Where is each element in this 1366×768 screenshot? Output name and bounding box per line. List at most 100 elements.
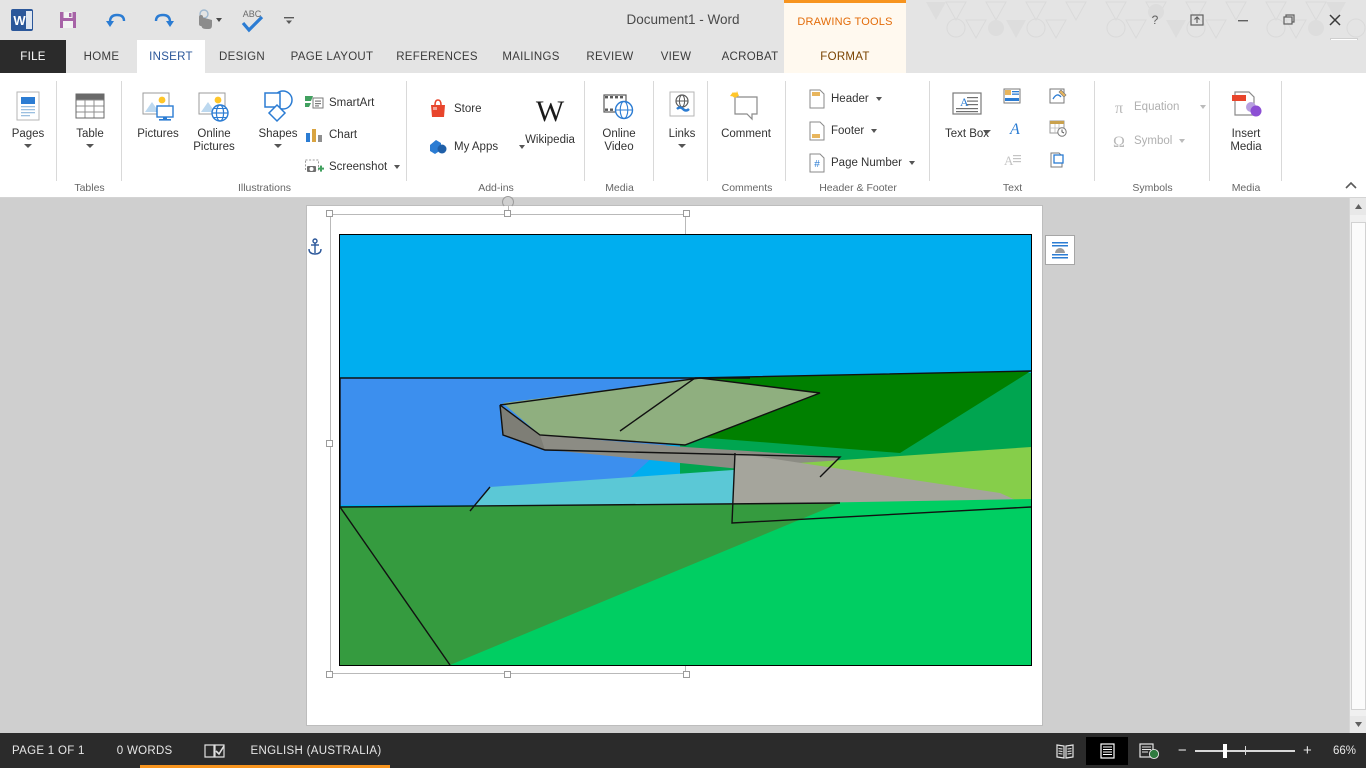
resize-handle-top-right[interactable]	[683, 210, 690, 217]
pictures-label: Pictures	[137, 128, 179, 140]
resize-handle-bottom-center[interactable]	[504, 671, 511, 678]
shapes-chevron-down-icon[interactable]	[274, 144, 282, 148]
tab-view[interactable]: VIEW	[647, 40, 705, 73]
pictures-icon	[139, 85, 177, 127]
online-video-label: Online Video	[602, 128, 636, 153]
minimize-icon[interactable]	[1220, 3, 1266, 37]
screenshot-button[interactable]: Screenshot	[304, 155, 401, 179]
tab-format[interactable]: FORMAT	[784, 40, 906, 73]
pages-chevron-down-icon[interactable]	[24, 144, 32, 148]
insert-media-button[interactable]: Insert Media	[1218, 85, 1274, 154]
footer-button[interactable]: Footer	[808, 119, 878, 143]
comment-icon	[727, 85, 765, 127]
restore-icon[interactable]	[1266, 3, 1312, 37]
tab-page-layout[interactable]: PAGE LAYOUT	[279, 40, 385, 73]
svg-text:#: #	[814, 159, 820, 170]
equation-chevron-down-icon[interactable]	[1200, 105, 1207, 109]
online-pictures-button[interactable]: Online Pictures	[182, 85, 246, 154]
text-box-chevron-down-icon[interactable]	[983, 130, 991, 134]
scroll-down-icon[interactable]	[1350, 716, 1366, 733]
page-number-status[interactable]: PAGE 1 OF 1	[12, 745, 85, 757]
wordart-button[interactable]: A	[1002, 119, 1027, 137]
signature-line-button[interactable]	[1048, 87, 1073, 105]
close-icon[interactable]	[1312, 3, 1358, 37]
group-label-illustrations: Illustrations	[237, 182, 292, 194]
pictures-button[interactable]: Pictures	[130, 85, 186, 141]
resize-handle-bottom-right[interactable]	[683, 671, 690, 678]
scroll-up-icon[interactable]	[1350, 198, 1366, 215]
store-button[interactable]: Store	[427, 97, 482, 121]
header-button[interactable]: Header	[808, 87, 882, 111]
symbol-chevron-down-icon[interactable]	[1179, 139, 1186, 143]
shapes-button[interactable]: Shapes	[250, 85, 306, 148]
smartart-button[interactable]: SmartArt	[304, 91, 374, 115]
tab-design[interactable]: DESIGN	[205, 40, 279, 73]
web-layout-view-button[interactable]	[1128, 737, 1170, 765]
proofing-errors-icon[interactable]	[203, 742, 229, 760]
pages-button[interactable]: Pages	[0, 85, 56, 148]
tab-acrobat[interactable]: ACROBAT	[705, 40, 795, 73]
page-number-button[interactable]: # Page Number	[808, 151, 915, 175]
tab-mailings[interactable]: MAILINGS	[489, 40, 573, 73]
online-video-button[interactable]: Online Video	[591, 85, 647, 154]
group-label-header-footer: Header & Footer	[819, 182, 897, 194]
zoom-out-button[interactable]: −	[1178, 742, 1187, 759]
pages-icon	[11, 85, 45, 127]
store-label: Store	[454, 103, 482, 115]
my-apps-label: My Apps	[454, 141, 499, 153]
scrollbar-thumb[interactable]	[1351, 222, 1366, 710]
zoom-slider-track[interactable]	[1194, 743, 1295, 758]
resize-handle-top-left[interactable]	[326, 210, 333, 217]
word-count-status[interactable]: 0 WORDS	[117, 745, 173, 757]
chart-button[interactable]: Chart	[304, 123, 357, 147]
layout-options-button[interactable]	[1045, 235, 1075, 265]
resize-handle-middle-left[interactable]	[326, 440, 333, 447]
comment-button[interactable]: Comment	[718, 85, 774, 141]
help-icon[interactable]: ?	[1136, 3, 1174, 37]
shapes-icon	[259, 85, 297, 127]
links-chevron-down-icon[interactable]	[678, 144, 686, 148]
tab-file[interactable]: FILE	[0, 40, 66, 73]
table-button[interactable]: Table	[62, 85, 118, 148]
svg-text:A: A	[1009, 121, 1020, 137]
svg-text:Ω: Ω	[1113, 134, 1125, 151]
screenshot-chevron-down-icon[interactable]	[394, 165, 401, 169]
tab-insert[interactable]: INSERT	[137, 40, 205, 73]
tab-review[interactable]: REVIEW	[573, 40, 647, 73]
print-layout-view-button[interactable]	[1085, 736, 1128, 765]
object-button[interactable]	[1048, 151, 1073, 169]
vertical-scrollbar[interactable]	[1349, 198, 1366, 733]
date-time-button[interactable]	[1048, 119, 1068, 137]
footer-label: Footer	[831, 125, 865, 137]
links-icon	[665, 85, 699, 127]
zoom-slider[interactable]: − +	[1178, 742, 1312, 759]
tab-references[interactable]: REFERENCES	[385, 40, 489, 73]
equation-button[interactable]: π Equation	[1109, 95, 1207, 119]
tab-home[interactable]: HOME	[66, 40, 137, 73]
read-mode-view-button[interactable]	[1044, 737, 1086, 765]
my-apps-button[interactable]: My Apps	[427, 135, 526, 159]
header-chevron-down-icon[interactable]	[875, 97, 882, 101]
table-label: Table	[76, 128, 104, 140]
inserted-graphic[interactable]	[339, 234, 1032, 666]
zoom-in-button[interactable]: +	[1303, 742, 1312, 759]
ribbon-group-tables: Table Tables	[57, 73, 122, 198]
rotation-handle[interactable]	[502, 196, 514, 208]
ribbon-display-options-icon[interactable]	[1174, 3, 1220, 37]
zoom-slider-knob[interactable]	[1222, 743, 1227, 758]
quick-parts-button[interactable]	[1002, 87, 1027, 105]
page-number-chevron-down-icon[interactable]	[908, 161, 915, 165]
collapse-ribbon-icon[interactable]	[1342, 177, 1360, 195]
resize-handle-bottom-left[interactable]	[326, 671, 333, 678]
footer-chevron-down-icon[interactable]	[871, 129, 878, 133]
drop-cap-button[interactable]: A	[1002, 151, 1027, 169]
symbol-button[interactable]: Ω Symbol	[1109, 129, 1186, 153]
table-chevron-down-icon[interactable]	[86, 144, 94, 148]
resize-handle-top-center[interactable]	[504, 210, 511, 217]
comment-label: Comment	[721, 128, 771, 140]
zoom-level-label[interactable]: 66%	[1322, 745, 1356, 757]
language-status[interactable]: ENGLISH (AUSTRALIA)	[251, 745, 382, 757]
text-box-button[interactable]: A Text Box	[939, 85, 995, 140]
links-button[interactable]: Links	[654, 85, 710, 148]
wikipedia-button[interactable]: W Wikipedia	[519, 91, 581, 147]
